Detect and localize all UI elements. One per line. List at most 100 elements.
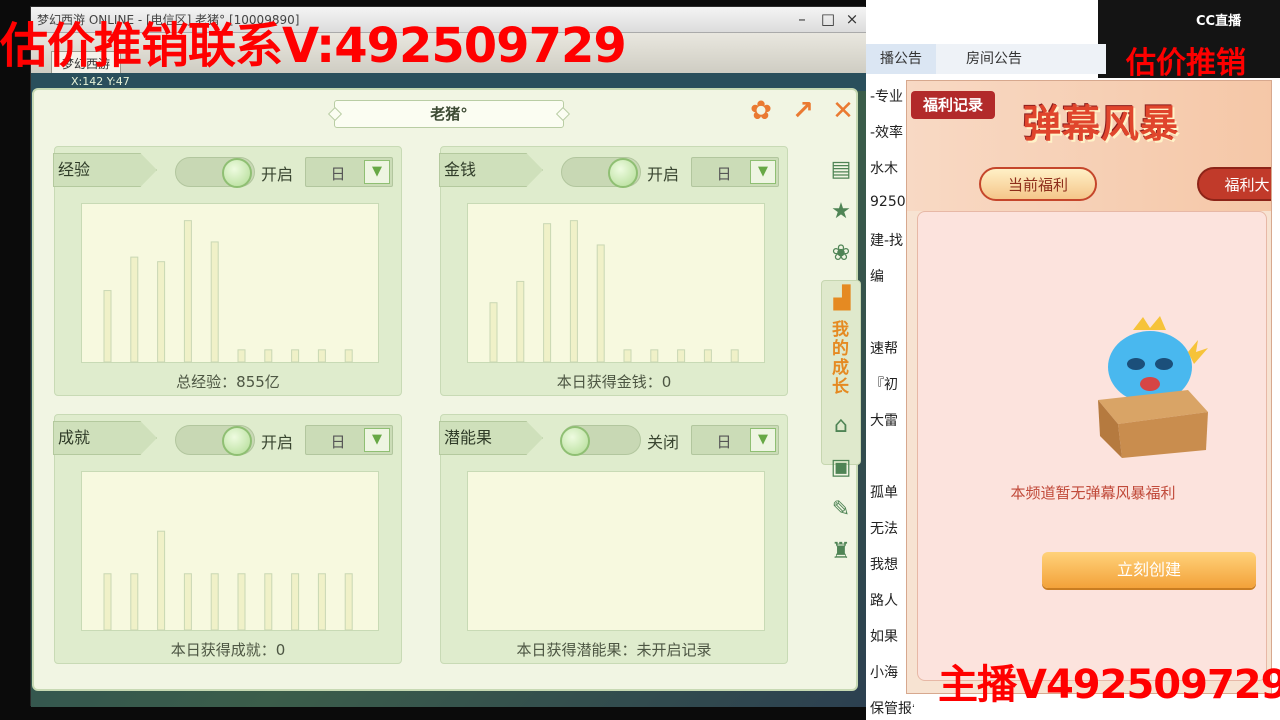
restore-button[interactable]: □ <box>817 9 839 29</box>
close-window-button[interactable]: × <box>841 9 863 29</box>
chart-bar <box>291 349 300 363</box>
tab-welfare-other[interactable]: 福利大 <box>1197 167 1271 201</box>
tab-broadcast-announcement[interactable]: 播公告 <box>866 44 936 74</box>
chart-bar <box>103 290 112 363</box>
chat-line: -效率 <box>870 125 904 141</box>
chart-bar <box>183 220 192 363</box>
potential-toggle[interactable] <box>560 425 641 456</box>
chevron-down-icon[interactable]: ▼ <box>364 428 390 452</box>
my-growth-label: 我的成长 <box>832 320 849 397</box>
close-icon[interactable]: ✕ <box>828 96 858 126</box>
minimize-button[interactable]: – <box>791 9 813 29</box>
chat-icon[interactable]: ▤ <box>827 156 855 184</box>
chat-line: 『初 <box>870 377 898 393</box>
promo-overlay-bottom: 主播V492509729 <box>938 662 1280 708</box>
chat-line: 小海 <box>870 665 898 681</box>
toggle-knob <box>560 426 590 456</box>
home-icon[interactable]: ⌂ <box>827 412 855 440</box>
chart-bar <box>210 241 219 363</box>
chat-line: 速帮 <box>870 341 898 357</box>
toggle-state-text: 开启 <box>261 165 294 184</box>
chart-bar <box>291 573 300 631</box>
chart-bar <box>317 349 326 363</box>
tab-current-welfare[interactable]: 当前福利 <box>979 167 1097 201</box>
announcement-tabs: 播公告 房间公告 <box>866 44 1106 74</box>
chat-line: 路人 <box>870 593 898 609</box>
signal-icon: ▟ <box>833 286 851 311</box>
period-select[interactable]: 日 ▼ <box>305 157 393 187</box>
chevron-down-icon[interactable]: ▼ <box>750 160 776 184</box>
card-label: 潜能果 <box>439 421 543 455</box>
chart-bar <box>264 573 273 631</box>
chart-bar <box>103 573 112 631</box>
card-summary: 本日获得潜能果：未开启记录 <box>516 641 712 659</box>
exp-chart <box>81 203 379 363</box>
chart-bar <box>157 261 166 363</box>
chart-bar <box>344 349 353 363</box>
chevron-down-icon[interactable]: ▼ <box>750 428 776 452</box>
money-toggle[interactable] <box>561 157 641 188</box>
chat-line: 如果 <box>870 629 898 645</box>
period-value: 日 <box>716 433 732 451</box>
card-label: 经验 <box>53 153 157 187</box>
chart-bar <box>130 573 139 631</box>
chart-bar <box>596 244 605 363</box>
chart-bar <box>183 573 192 631</box>
toggle-knob <box>222 158 252 188</box>
achievement-card: 成就 开启 日 ▼ 本日获得成就：0 <box>53 414 402 664</box>
danmaku-storm-title: 弹幕风暴 <box>1023 102 1180 146</box>
chat-line: 无法 <box>870 521 898 537</box>
panel-title: 老猪° <box>334 100 564 128</box>
welfare-body: 本频道暂无弹幕风暴福利 立刻创建 <box>917 211 1267 681</box>
toggle-state-text: 关闭 <box>647 433 680 452</box>
mascot-icon <box>1098 316 1208 458</box>
toggle-state-text: 开启 <box>647 165 680 184</box>
money-card: 金钱 开启 日 ▼ 本日获得金钱：0 <box>439 146 788 396</box>
chart-bar <box>516 280 525 363</box>
chart-bar <box>344 573 353 631</box>
chart-bar <box>677 349 686 363</box>
chart-bar <box>489 302 498 363</box>
palette-icon[interactable]: ✎ <box>827 496 855 524</box>
welfare-record-button[interactable]: 福利记录 <box>911 91 995 119</box>
empty-state-text: 本频道暂无弹幕风暴福利 <box>1010 484 1176 502</box>
welfare-header: 福利记录 弹幕风暴 当前福利 福利大 <box>907 81 1271 211</box>
chart-bar <box>237 349 246 363</box>
paw-icon[interactable]: ❀ <box>827 240 855 268</box>
card-label: 金钱 <box>439 153 543 187</box>
welfare-panel: 福利记录 弹幕风暴 当前福利 福利大 本频道暂无弹幕风暴福利 立刻创建 <box>906 80 1272 694</box>
period-value: 日 <box>716 165 732 183</box>
period-select[interactable]: 日 ▼ <box>691 425 779 455</box>
growth-panel: 老猪° ✿ ↗ ✕ 经验 开启 日 ▼ 总经验：855亿 金钱 开启 日 ▼ 本… <box>32 88 861 691</box>
chevron-down-icon[interactable]: ▼ <box>364 160 390 184</box>
chat-line: 我想 <box>870 557 898 573</box>
gear-icon[interactable]: ✿ <box>746 96 776 126</box>
chart-bar <box>157 530 166 631</box>
promo-overlay-top: 估价推销联系V:492509729 <box>0 18 627 74</box>
card-summary: 总经验：855亿 <box>176 373 280 391</box>
shirt-icon[interactable]: ♜ <box>827 538 855 566</box>
chat-line: 编 <box>870 269 884 285</box>
exp-card: 经验 开启 日 ▼ 总经验：855亿 <box>53 146 402 396</box>
chart-bar <box>703 349 712 363</box>
potential-chart <box>467 471 765 631</box>
potential-card: 潜能果 关闭 日 ▼ 本日获得潜能果：未开启记录 <box>439 414 788 664</box>
create-now-button[interactable]: 立刻创建 <box>1042 552 1256 588</box>
exp-toggle[interactable] <box>175 157 255 188</box>
money-chart <box>467 203 765 363</box>
icon-rail: ▤ ★ ❀ ▟ 我的成长 ⌂ ▣ ✎ ♜ <box>821 150 861 570</box>
period-value: 日 <box>330 433 346 451</box>
star-icon[interactable]: ★ <box>827 198 855 226</box>
tab-room-announcement[interactable]: 房间公告 <box>944 44 1044 74</box>
period-value: 日 <box>330 165 346 183</box>
chat-line: 水木 <box>870 161 898 177</box>
popout-icon[interactable]: ↗ <box>788 96 818 126</box>
chart-bar <box>623 349 632 363</box>
period-select[interactable]: 日 ▼ <box>691 157 779 187</box>
chart-bar <box>130 256 139 363</box>
box-icon[interactable]: ▣ <box>827 454 855 482</box>
card-summary: 本日获得金钱：0 <box>556 373 672 391</box>
chat-line: -专业 <box>870 89 904 105</box>
achievement-toggle[interactable] <box>175 425 255 456</box>
period-select[interactable]: 日 ▼ <box>305 425 393 455</box>
